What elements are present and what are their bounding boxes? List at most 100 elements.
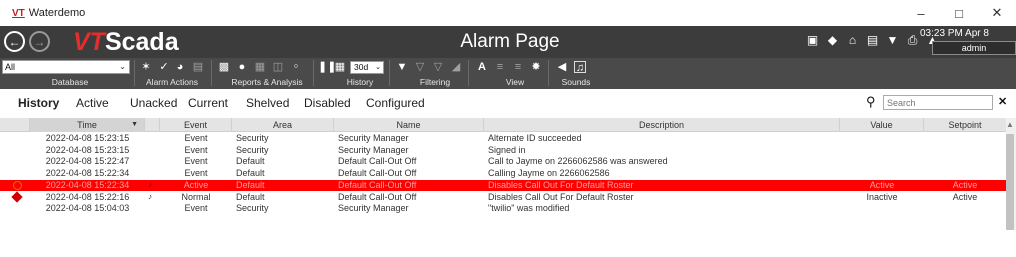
tag-icon[interactable]: ◆ (826, 34, 839, 47)
info-icon[interactable]: ● (236, 61, 248, 73)
cell-value: Active (869, 179, 895, 190)
clear-filter-icon[interactable]: ◢ (450, 61, 462, 73)
vtscada-brand: VTScada (73, 28, 179, 56)
acknowledge-icon[interactable]: ✶ (140, 61, 152, 73)
clock: 03:23 PM Apr 8 (920, 28, 989, 39)
toolbar-divider (313, 60, 314, 86)
document-icon[interactable]: ◫ (272, 61, 284, 73)
filter-options-icon[interactable]: ▽ (414, 61, 426, 73)
notes-icon[interactable]: ▤ (192, 61, 204, 73)
history-range-select[interactable]: 30d ⌄ (350, 61, 384, 74)
home-icon[interactable]: ⌂ (846, 34, 859, 47)
user-button[interactable]: admin (932, 41, 1016, 55)
cell-name: Default Call-Out Off (338, 168, 417, 179)
scroll-up-icon[interactable]: ▲ (1006, 120, 1014, 129)
app-logo: VT (12, 7, 25, 19)
mute-icon[interactable]: ◀ (556, 61, 568, 73)
tab-configured[interactable]: Configured (366, 96, 425, 110)
back-button[interactable]: ← (4, 31, 25, 52)
column-value[interactable]: Value (840, 118, 924, 132)
database-select[interactable]: All ⌄ (2, 60, 130, 74)
filter-sound-icon[interactable]: ▽ (432, 61, 444, 73)
cell-area: Default (236, 168, 265, 179)
tab-shelved[interactable]: Shelved (246, 96, 289, 110)
brightness-icon[interactable]: ✸ (530, 61, 542, 73)
toolbar-divider (468, 60, 469, 86)
table-row[interactable]: ♪ 2022-04-08 15:22:34 Active Default Default… (0, 179, 1006, 191)
column-area[interactable]: Area (232, 118, 334, 132)
link-icon[interactable]: ⚬ (290, 61, 302, 73)
cell-name: Default Call-Out Off (338, 191, 417, 202)
clear-search-icon[interactable]: ✕ (998, 95, 1007, 108)
font-size-icon[interactable]: A (476, 61, 488, 73)
alarm-priority-icon (11, 190, 23, 203)
tab-unacked[interactable]: Unacked (130, 96, 177, 110)
list-icon[interactable]: ▤ (866, 34, 879, 47)
database-group-label: Database (51, 77, 89, 87)
sort-down-icon: ▼ (131, 121, 138, 128)
history-label: History (346, 77, 374, 87)
cell-setpoint: Active (952, 179, 978, 190)
app-header: ← → VTScada Alarm Page ▣ ◆ ⌂ ▤ ▼ ⎙ ▲ 03:… (0, 26, 1016, 58)
pause-icon[interactable]: ❚❚ (318, 61, 336, 73)
table-row[interactable]: 2022-04-08 15:22:47 Event Default Default C… (0, 156, 1006, 167)
chevron-down-icon: ⌄ (119, 62, 126, 71)
filter-icon[interactable]: ▼ (396, 61, 408, 73)
cell-event: Normal (181, 191, 211, 202)
print-icon[interactable]: ⎙ (906, 34, 919, 47)
cell-time: 2022-04-08 15:23:15 (45, 133, 130, 143)
tab-active[interactable]: Active (76, 96, 109, 110)
column-description[interactable]: Description (484, 118, 840, 132)
cell-time: 2022-04-08 15:23:15 (45, 144, 130, 155)
tab-history[interactable]: History (18, 96, 59, 110)
column-setpoint[interactable]: Setpoint (924, 118, 1006, 132)
image-icon[interactable]: ▦ (254, 61, 266, 73)
table-row[interactable]: ♪ 2022-04-08 15:22:16 Normal Default Default… (0, 190, 1006, 203)
tab-disabled[interactable]: Disabled (304, 96, 351, 110)
cell-event: Event (184, 133, 208, 143)
column-marker (0, 118, 30, 132)
cell-description: Signed in (488, 144, 526, 155)
back-arrow-icon: ← (8, 34, 21, 49)
shelve-icon[interactable]: ◕ (174, 61, 186, 73)
table-row[interactable]: 2022-04-08 15:22:34 Event Default Default C… (0, 168, 1006, 179)
table-row[interactable]: 2022-04-08 15:04:03 Event Security Security… (0, 203, 1006, 214)
chart-icon[interactable]: ▩ (218, 61, 230, 73)
sort-icon[interactable]: ≡ (494, 61, 506, 73)
maximize-button[interactable]: □ (940, 0, 978, 26)
cell-area: Security (236, 144, 269, 155)
column-time[interactable]: Time ▼ (30, 118, 145, 132)
cell-name: Default Call-Out Off (338, 156, 417, 167)
cell-value (840, 133, 924, 144)
toolbar-divider (389, 60, 390, 86)
table-header: Time ▼ Event Area Name Description Value … (0, 118, 1006, 132)
check-icon[interactable]: ✓ (158, 61, 170, 73)
column-event[interactable]: Event (160, 118, 232, 132)
cell-setpoint (924, 156, 1006, 167)
window-controls: – □ ✕ (902, 0, 1016, 26)
scrollbar-thumb[interactable] (1006, 134, 1014, 230)
cell-setpoint (924, 145, 1006, 156)
search-input[interactable] (883, 95, 993, 110)
cell-name: Security Manager (338, 203, 409, 214)
cell-setpoint (924, 203, 1006, 214)
table-row[interactable]: 2022-04-08 15:23:15 Event Security Security… (0, 145, 1006, 156)
silence-icon[interactable]: ♫ (574, 61, 586, 74)
cell-area: Default (236, 191, 265, 202)
minimize-button[interactable]: – (902, 0, 940, 26)
calendar-icon[interactable]: ▦ (334, 61, 346, 73)
cell-description: Disables Call Out For Default Roster (488, 191, 634, 202)
cell-area: Default (236, 156, 265, 167)
cell-description: Disables Call Out For Default Roster (488, 179, 634, 190)
table-row[interactable]: 2022-04-08 15:23:15 Event Security Security… (0, 133, 1006, 144)
close-button[interactable]: ✕ (978, 0, 1016, 26)
forward-button[interactable]: → (29, 31, 50, 52)
bell-icon: ♪ (148, 179, 152, 189)
report-icon[interactable]: ▣ (806, 34, 819, 47)
columns-icon[interactable]: ≡ (512, 61, 524, 73)
window-title: Waterdemo (28, 7, 86, 19)
tab-current[interactable]: Current (188, 96, 228, 110)
cell-value (840, 156, 924, 167)
filter-icon[interactable]: ▼ (886, 34, 899, 47)
column-name[interactable]: Name (334, 118, 484, 132)
